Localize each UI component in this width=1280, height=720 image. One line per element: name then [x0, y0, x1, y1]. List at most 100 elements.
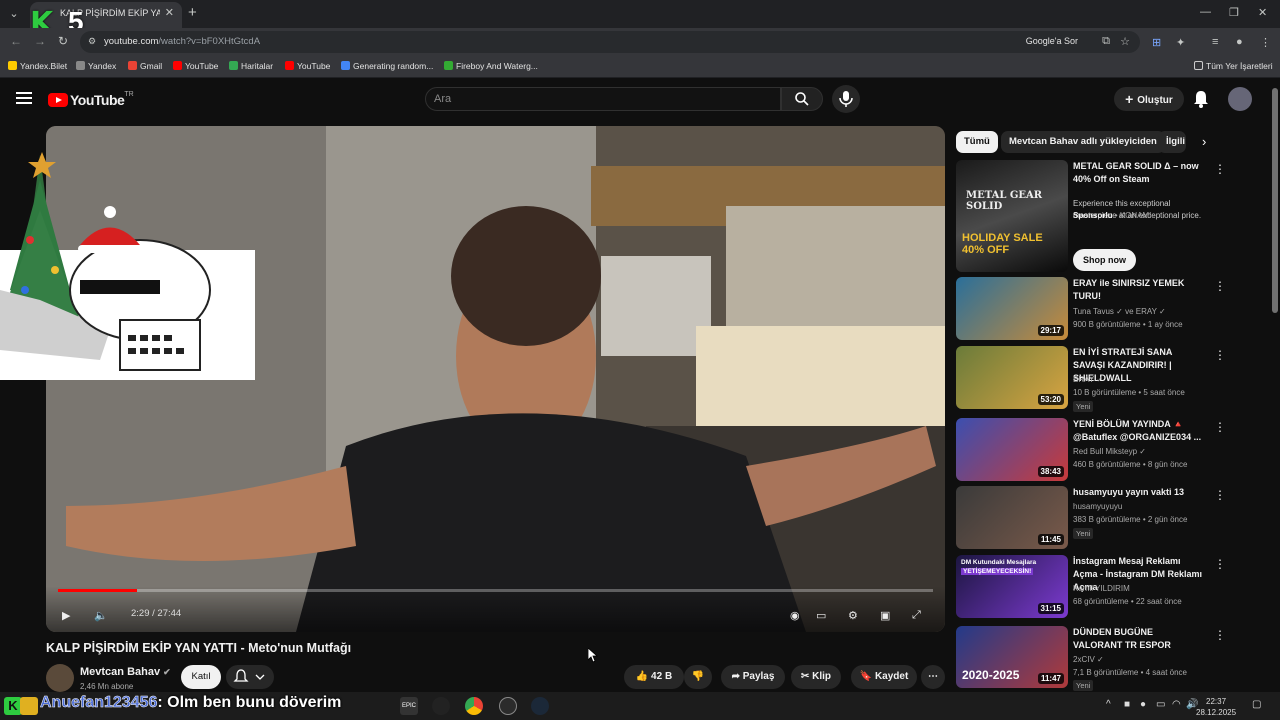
- youtube-logo[interactable]: YouTubeTR: [48, 91, 134, 108]
- play-icon[interactable]: ▶: [62, 609, 70, 622]
- voice-search-button[interactable]: [832, 85, 860, 113]
- search-input[interactable]: Ara: [425, 87, 781, 111]
- media-icon[interactable]: ≡: [1212, 36, 1218, 48]
- list-item[interactable]: 29:17 ERAY ile SINIRSIZ YEMEK TURU! Tuna…: [956, 277, 1226, 342]
- channel-name[interactable]: Red Bull Miksteyp ✓: [1073, 447, 1146, 456]
- bookmark-item[interactable]: YouTube: [285, 61, 330, 71]
- list-item[interactable]: 2020-2025 11:47 DÜNDEN BUGÜNE VALORANT T…: [956, 626, 1226, 691]
- tab-close-icon[interactable]: ✕: [165, 6, 174, 19]
- video-thumbnail[interactable]: 11:45: [956, 486, 1068, 549]
- all-bookmarks-folder[interactable]: Tüm Yer İşaretleri: [1194, 61, 1273, 71]
- bookmark-item[interactable]: YouTube: [173, 61, 218, 71]
- taskbar-clock[interactable]: 22:37 28.12.2025: [1196, 696, 1236, 718]
- miniplayer-icon[interactable]: ▣: [880, 609, 890, 622]
- taskbar-steam-icon[interactable]: [531, 697, 549, 715]
- volume-icon[interactable]: 🔈: [94, 609, 108, 622]
- create-button[interactable]: + Oluştur: [1114, 87, 1184, 111]
- tray-app-icon[interactable]: ■: [1124, 699, 1130, 710]
- video-thumbnail[interactable]: 2020-2025 11:47: [956, 626, 1068, 688]
- share-button[interactable]: ➦ Paylaş: [721, 665, 785, 689]
- video-title[interactable]: DÜNDEN BUGÜNE VALORANT TR ESPOR: [1073, 626, 1203, 652]
- more-vert-icon[interactable]: ⋮: [1214, 557, 1226, 571]
- chip-from-uploader[interactable]: Mevtcan Bahav adlı yükleyiciden: [1001, 131, 1165, 153]
- channel-name[interactable]: 2xCIV ✓: [1073, 655, 1104, 664]
- video-title[interactable]: YENİ BÖLÜM YAYINDA 🔺 @Batuflex @ORGANIZE…: [1073, 418, 1203, 444]
- bookmark-star-icon[interactable]: ☆: [1120, 35, 1130, 48]
- ad-title[interactable]: METAL GEAR SOLID Δ – now 40% Off on Stea…: [1073, 160, 1203, 186]
- channel-name[interactable]: ERAY ✓: [1073, 375, 1103, 384]
- list-item[interactable]: DM Kutundaki Mesajlara YETİŞEMEYECEKSİN!…: [956, 555, 1226, 620]
- bookmark-item[interactable]: Generating random...: [341, 61, 433, 71]
- taskbar-chrome-icon[interactable]: [465, 697, 483, 715]
- list-item[interactable]: 53:20 EN İYİ STRATEJİ SANA SAVAŞI KAZAND…: [956, 346, 1226, 412]
- autoplay-toggle-icon[interactable]: ◉: [790, 609, 800, 622]
- scrollbar-thumb[interactable]: [1272, 88, 1278, 313]
- account-avatar[interactable]: [1228, 87, 1252, 111]
- tab-search-icon[interactable]: ⌄: [6, 6, 22, 22]
- taskbar-epic-icon[interactable]: EPIC: [400, 697, 418, 715]
- fullscreen-icon[interactable]: ⤢: [912, 609, 921, 622]
- chips-next-icon[interactable]: ›: [1202, 134, 1206, 149]
- channel-name[interactable]: Tuna Tavus ✓ ve ERAY ✓: [1073, 307, 1166, 316]
- page-scrollbar[interactable]: [1272, 88, 1278, 688]
- restore-icon[interactable]: ❐: [1229, 6, 1239, 19]
- progress-bar[interactable]: [58, 589, 933, 592]
- bookmark-item[interactable]: Yandex: [76, 61, 116, 71]
- bookmark-item[interactable]: Gmail: [128, 61, 162, 71]
- tray-battery-icon[interactable]: ▭: [1156, 699, 1165, 710]
- more-vert-icon[interactable]: ⋮: [1214, 488, 1226, 502]
- tray-mic-icon[interactable]: ●: [1140, 699, 1146, 710]
- list-item[interactable]: 11:45 husamyuyu yayın vakti 13 husamyuyu…: [956, 486, 1226, 551]
- video-thumbnail[interactable]: DM Kutundaki Mesajlara YETİŞEMEYECEKSİN!…: [956, 555, 1068, 618]
- join-button[interactable]: Katıl: [181, 665, 221, 689]
- save-button[interactable]: 🔖 Kaydet: [851, 665, 917, 689]
- minimize-icon[interactable]: —: [1200, 6, 1211, 18]
- dislike-button[interactable]: 👎: [684, 665, 712, 689]
- chip-all[interactable]: Tümü: [956, 131, 998, 153]
- notifications-bell-icon[interactable]: [1192, 89, 1210, 109]
- more-vert-icon[interactable]: ⋮: [1214, 420, 1226, 434]
- more-vert-icon[interactable]: ⋮: [1214, 628, 1226, 642]
- bookmark-item[interactable]: Fireboy And Waterg...: [444, 61, 538, 71]
- close-window-icon[interactable]: ✕: [1258, 6, 1267, 19]
- guide-menu-icon[interactable]: [16, 92, 32, 104]
- extensions-icon[interactable]: ✦: [1176, 36, 1185, 49]
- clip-button[interactable]: ✂ Klip: [791, 665, 841, 689]
- taskbar-app2-icon[interactable]: [499, 697, 517, 715]
- channel-avatar[interactable]: [46, 664, 74, 692]
- profile-icon[interactable]: ●: [1236, 36, 1243, 48]
- shop-now-button[interactable]: Shop now: [1073, 249, 1136, 271]
- back-icon[interactable]: ←: [10, 34, 22, 48]
- video-thumbnail[interactable]: 38:43: [956, 418, 1068, 481]
- video-title[interactable]: ERAY ile SINIRSIZ YEMEK TURU!: [1073, 277, 1203, 303]
- more-vert-icon[interactable]: ⋮: [1214, 162, 1226, 176]
- tray-wifi-icon[interactable]: ◠: [1172, 699, 1181, 710]
- forward-icon[interactable]: →: [34, 34, 46, 48]
- browser-menu-icon[interactable]: ⋮: [1260, 36, 1271, 49]
- taskbar-obs-icon[interactable]: [432, 697, 450, 715]
- more-actions-button[interactable]: ⋯: [921, 665, 945, 689]
- video-thumbnail[interactable]: 29:17: [956, 277, 1068, 340]
- list-item[interactable]: 38:43 YENİ BÖLÜM YAYINDA 🔺 @Batuflex @OR…: [956, 418, 1226, 483]
- more-vert-icon[interactable]: ⋮: [1214, 348, 1226, 362]
- tray-chevron-icon[interactable]: ^: [1106, 699, 1111, 710]
- search-button[interactable]: [781, 87, 823, 111]
- subscribed-bell-button[interactable]: [226, 665, 274, 689]
- channel-name[interactable]: Kamil YILDIRIM: [1073, 584, 1130, 593]
- notification-center-icon[interactable]: ▢: [1252, 699, 1261, 710]
- bookmark-item[interactable]: Yandex.Bilet: [8, 61, 67, 71]
- google-sor-button[interactable]: Google'a Sor: [1020, 34, 1084, 48]
- like-button[interactable]: 👍 42 B: [624, 665, 684, 689]
- ad-thumbnail[interactable]: METAL GEAR SOLID HOLIDAY SALE 40% OFF: [956, 160, 1068, 272]
- chip-related[interactable]: İlgili: [1158, 131, 1186, 153]
- reload-icon[interactable]: ↻: [58, 34, 68, 48]
- taskbar-app-icon[interactable]: [20, 697, 38, 715]
- subtitles-icon[interactable]: ▭: [816, 609, 826, 622]
- more-vert-icon[interactable]: ⋮: [1214, 279, 1226, 293]
- site-info-icon[interactable]: ⚙: [88, 36, 96, 47]
- bookmark-item[interactable]: Haritalar: [229, 61, 273, 71]
- settings-gear-icon[interactable]: ⚙: [848, 609, 858, 622]
- new-tab-icon[interactable]: +: [188, 4, 197, 21]
- translate-icon[interactable]: ⊞: [1152, 36, 1161, 49]
- channel-name[interactable]: husamyuyuyu: [1073, 502, 1122, 511]
